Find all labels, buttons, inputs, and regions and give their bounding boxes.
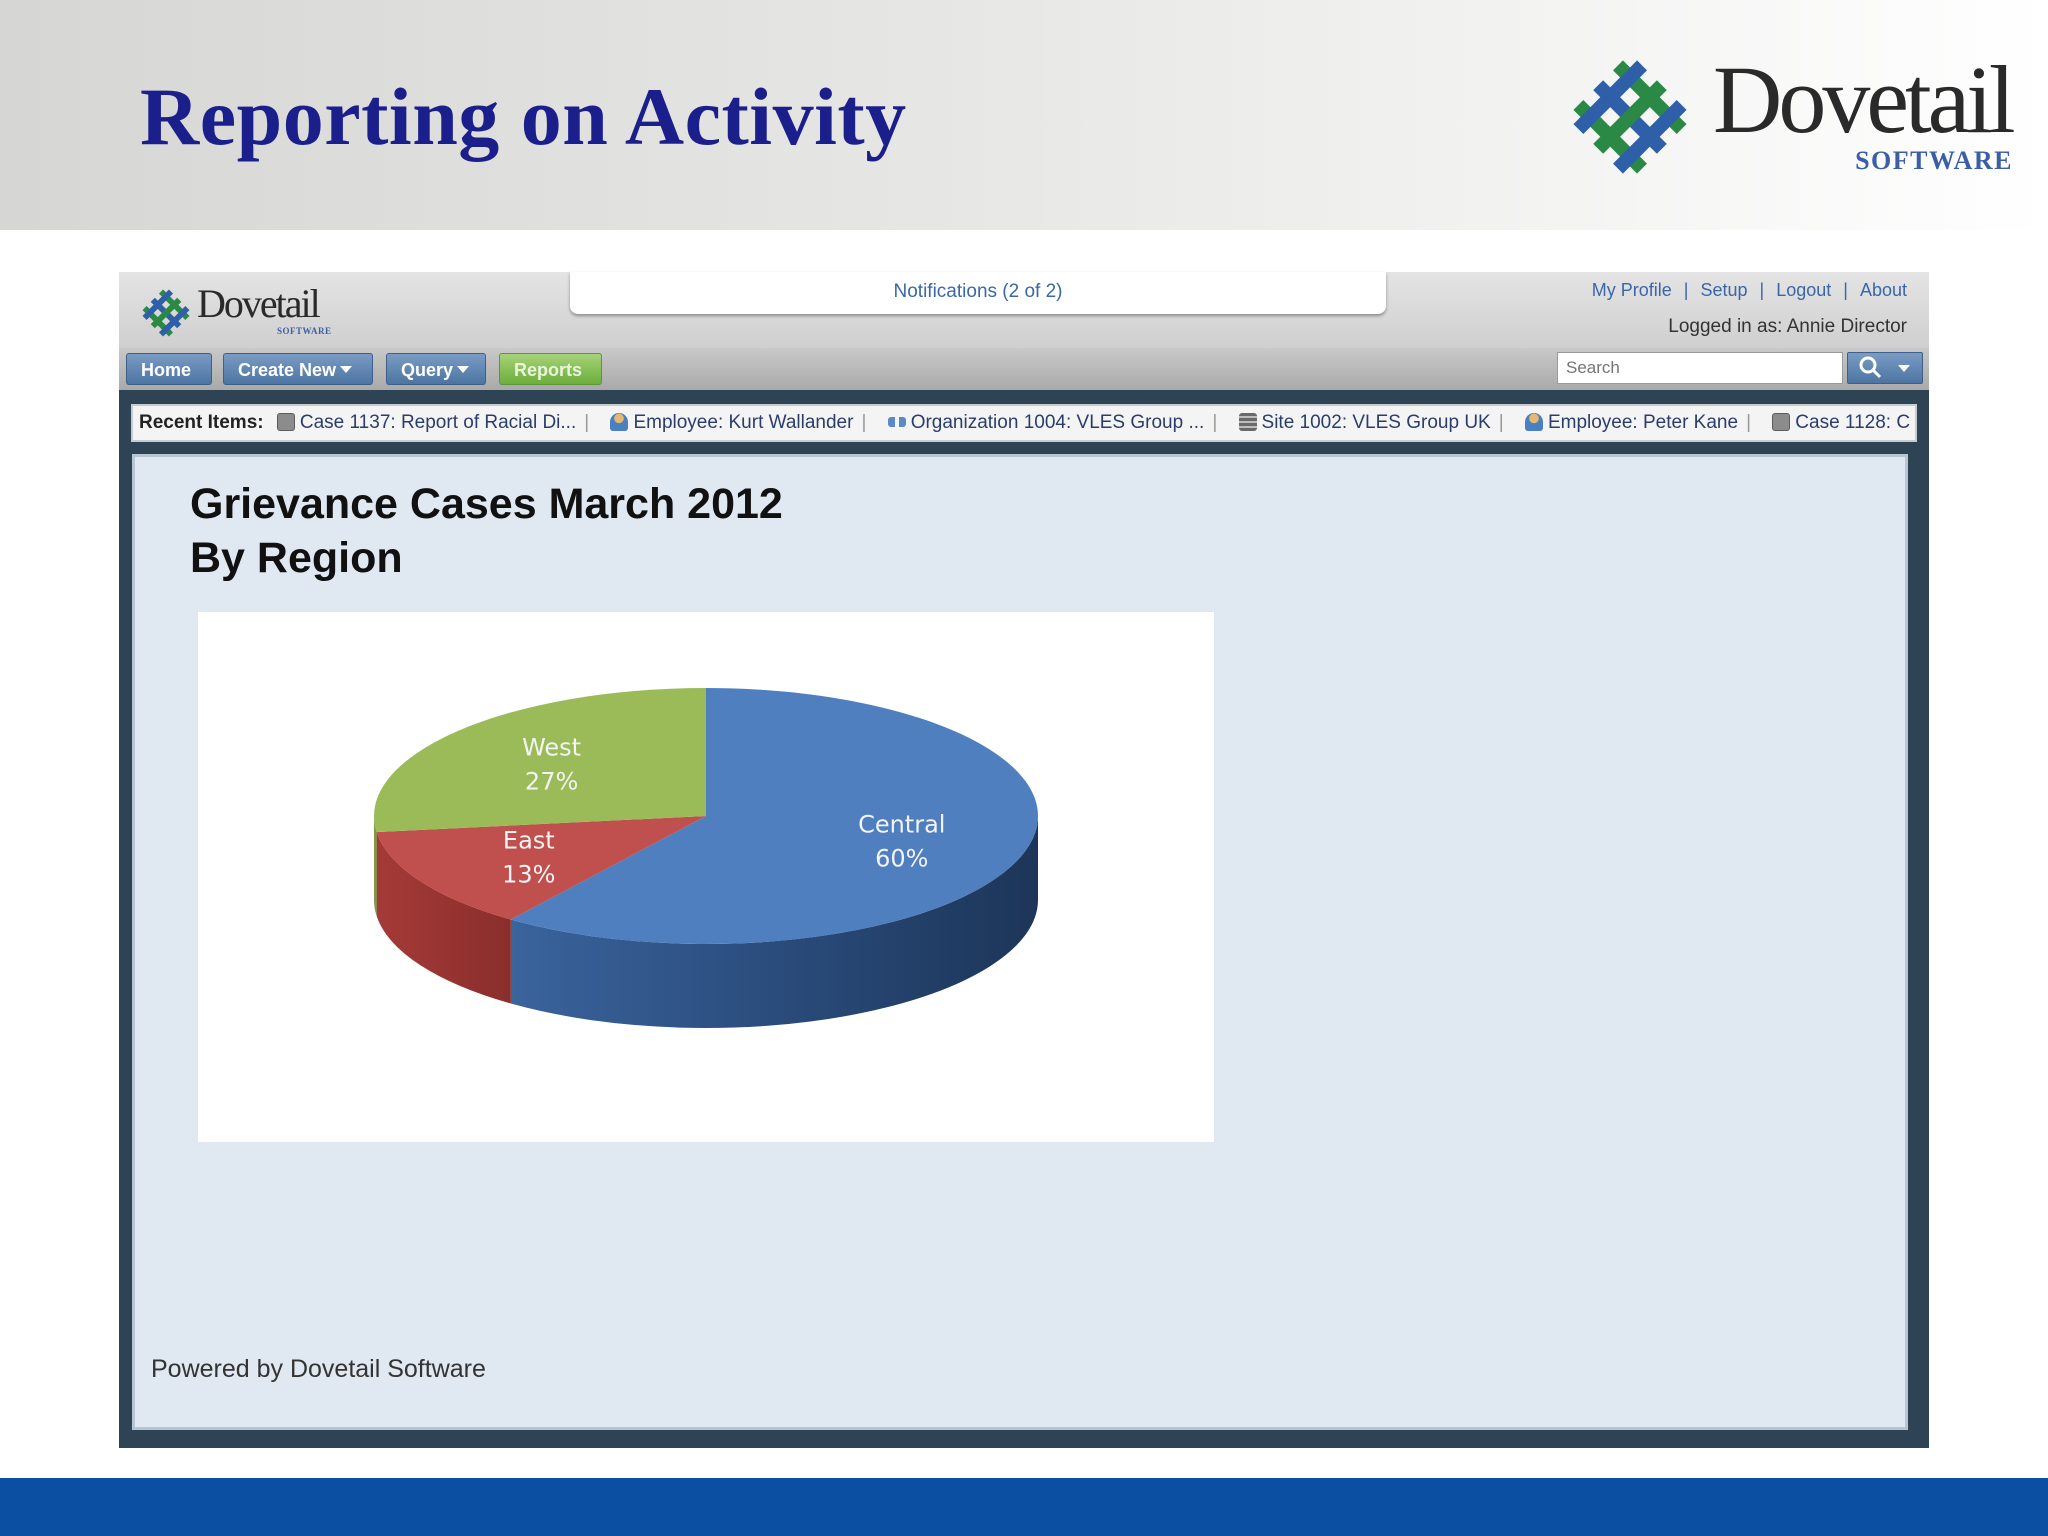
search-button[interactable] [1847,352,1923,384]
report-title: Grievance Cases March 2012 By Region [190,477,783,585]
link-separator: | [1759,280,1765,300]
about-link[interactable]: About [1860,280,1907,300]
dovetail-knot-icon [142,289,190,337]
recent-item[interactable]: Case 1128: C [1764,412,1910,433]
pie-chart: Central 60% East 13% West 27% [198,612,1214,1142]
chevron-down-icon [1898,365,1910,372]
recent-items-label: Recent Items: [139,412,264,433]
slide-title: Reporting on Activity [140,71,907,162]
pie-chart-svg: Central 60%East 13%West 27% [374,688,1038,1028]
case-icon [276,413,295,431]
employee-icon [610,413,629,431]
bottom-band [0,1478,2048,1536]
slide: Reporting on Activity Dovetail SOFTWARE [0,0,2048,1536]
report-content: Grievance Cases March 2012 By Region Cen… [132,454,1908,1430]
separator: | [1498,412,1504,433]
reports-button[interactable]: Reports [499,353,602,385]
link-separator: | [1843,280,1848,300]
app-logo-wordmark: Dovetail [197,281,321,326]
chevron-down-icon [457,366,470,373]
site-icon [1238,413,1257,431]
recent-item[interactable]: Employee: Kurt Wallander [602,412,853,433]
create-new-label: Create New [238,360,337,380]
separator: | [861,412,867,433]
home-label: Home [141,360,192,380]
recent-item[interactable]: Employee: Peter Kane [1517,412,1738,433]
separator: | [584,412,590,433]
notifications-tab[interactable]: Notifications (2 of 2) [570,272,1386,314]
query-label: Query [401,360,454,380]
home-button[interactable]: Home [126,353,212,385]
organization-icon [887,417,906,427]
logout-link[interactable]: Logout [1776,280,1831,300]
setup-link[interactable]: Setup [1700,280,1747,300]
case-icon [1772,413,1791,431]
logo-subtitle: SOFTWARE [1855,146,2013,175]
create-new-button[interactable]: Create New [223,353,373,385]
report-title-line2: By Region [190,534,403,582]
dovetail-logo: Dovetail SOFTWARE [1565,52,2025,182]
app-header: Dovetail SOFTWARE Notifications (2 of 2)… [119,272,1929,348]
chevron-down-icon [340,366,353,373]
logo-wordmark: Dovetail [1713,46,2016,153]
app-window: Dovetail SOFTWARE Notifications (2 of 2)… [119,272,1929,1448]
query-button[interactable]: Query [386,353,486,385]
employee-icon [1524,413,1543,431]
report-title-line1: Grievance Cases March 2012 [190,480,783,528]
powered-by-footer: Powered by Dovetail Software [151,1355,486,1383]
slide-header: Reporting on Activity Dovetail SOFTWARE [0,0,2048,230]
recent-item[interactable]: Organization 1004: VLES Group ... [880,412,1204,433]
recent-items-bar: Recent Items: Case 1137: Report of Racia… [131,404,1917,442]
separator: | [1746,412,1751,433]
app-logo-subtitle: SOFTWARE [277,326,332,336]
recent-item[interactable]: Site 1002: VLES Group UK [1231,412,1491,433]
pie-side-west [374,816,377,917]
app-logo[interactable]: Dovetail SOFTWARE [139,282,339,342]
search-icon [1859,356,1882,379]
reports-label: Reports [514,360,583,380]
logged-in-status: Logged in as: Annie Director [1668,316,1907,337]
recent-item[interactable]: Case 1137: Report of Racial Di... [269,412,576,433]
my-profile-link[interactable]: My Profile [1592,280,1672,300]
dovetail-knot-icon [1573,60,1687,174]
top-links: My Profile | Setup | Logout | About [1592,280,1907,301]
search-input[interactable] [1557,352,1843,384]
link-separator: | [1683,280,1689,300]
separator: | [1212,412,1218,433]
